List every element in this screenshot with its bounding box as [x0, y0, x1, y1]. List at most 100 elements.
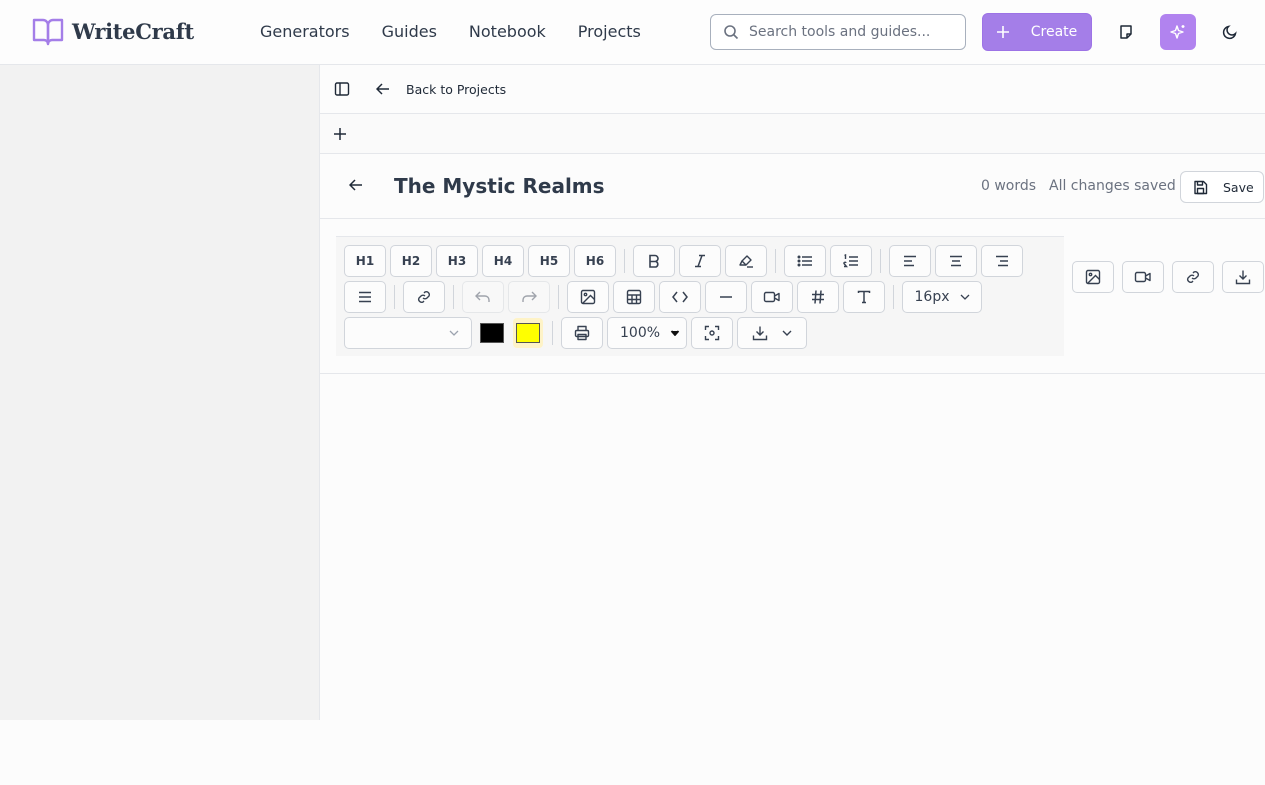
link-icon — [1185, 269, 1201, 285]
undo-button[interactable] — [462, 281, 504, 313]
download-icon — [752, 325, 768, 341]
nav-notebook[interactable]: Notebook — [469, 22, 546, 41]
toolbar-divider — [394, 285, 395, 309]
nav-guides[interactable]: Guides — [382, 22, 437, 41]
toolbar-divider — [552, 321, 553, 345]
align-justify-button[interactable] — [344, 281, 386, 313]
insert-link-button[interactable] — [403, 281, 445, 313]
type-icon — [857, 290, 871, 304]
toolbar-divider — [880, 249, 881, 273]
sparkles-icon — [1169, 23, 1187, 41]
insert-video-button[interactable] — [1122, 261, 1164, 293]
notes-button[interactable] — [1108, 14, 1144, 50]
insert-link-button[interactable] — [1172, 261, 1214, 293]
search-icon — [723, 24, 739, 40]
insert-image-button[interactable] — [567, 281, 609, 313]
insert-image-button[interactable] — [1072, 261, 1114, 293]
align-right-button[interactable] — [981, 245, 1023, 277]
book-open-icon — [32, 16, 64, 46]
insert-table-button[interactable] — [613, 281, 655, 313]
undo-icon — [475, 291, 491, 303]
align-left-icon — [903, 255, 917, 267]
code-button[interactable] — [659, 281, 701, 313]
download-button[interactable] — [1222, 261, 1264, 293]
bullet-list-button[interactable] — [784, 245, 826, 277]
scan-icon — [704, 325, 720, 341]
font-family-select[interactable] — [344, 317, 472, 349]
bullet-list-icon — [797, 254, 813, 268]
heading-5-button[interactable]: H5 — [528, 245, 570, 277]
arrow-left-icon — [376, 83, 390, 95]
logo[interactable]: WriteCraft — [32, 16, 194, 46]
sidebar-toggle-icon[interactable] — [334, 81, 350, 97]
highlight-color-swatch — [516, 323, 540, 343]
toolbar-divider — [893, 285, 894, 309]
image-icon — [580, 289, 596, 305]
highlighter-button[interactable] — [725, 245, 767, 277]
hash-icon — [811, 289, 825, 305]
link-icon — [416, 289, 432, 305]
ai-assistant-button[interactable] — [1160, 14, 1196, 50]
back-to-projects-label: Back to Projects — [406, 81, 507, 97]
search-box — [710, 14, 966, 50]
align-left-button[interactable] — [889, 245, 931, 277]
redo-icon — [521, 291, 537, 303]
bold-icon — [647, 254, 661, 268]
toolbar-divider — [558, 285, 559, 309]
breadcrumb: Back to Projects — [320, 65, 1265, 114]
chevron-down-icon — [782, 330, 792, 336]
theme-toggle-button[interactable] — [1212, 14, 1248, 50]
italic-button[interactable] — [679, 245, 721, 277]
heading-2-button[interactable]: H2 — [390, 245, 432, 277]
back-to-projects-link[interactable]: Back to Projects — [376, 82, 506, 97]
align-right-icon — [995, 255, 1009, 267]
highlighter-icon — [738, 253, 754, 269]
save-status: All changes saved — [1049, 178, 1176, 194]
horizontal-rule-button[interactable] — [705, 281, 747, 313]
toolbar-divider — [624, 249, 625, 273]
moon-icon — [1222, 24, 1238, 40]
heading-3-button[interactable]: H3 — [436, 245, 478, 277]
numbered-list-button[interactable] — [830, 245, 872, 277]
heading-1-button[interactable]: H1 — [344, 245, 386, 277]
add-tab-icon[interactable] — [334, 127, 346, 140]
editor-content[interactable] — [320, 374, 1265, 721]
redo-button[interactable] — [508, 281, 550, 313]
search-input[interactable] — [749, 24, 949, 40]
save-label: Save — [1223, 179, 1254, 195]
chevron-down-icon — [670, 330, 680, 336]
text-color-picker[interactable] — [477, 318, 507, 348]
print-button[interactable] — [561, 317, 603, 349]
zoom-select[interactable]: 100% — [607, 317, 687, 349]
video-icon — [763, 290, 781, 304]
download-icon — [1235, 269, 1251, 285]
bold-button[interactable] — [633, 245, 675, 277]
video-icon — [1134, 270, 1152, 284]
document-tab-bar — [320, 114, 1265, 154]
align-center-button[interactable] — [935, 245, 977, 277]
text-style-button[interactable] — [843, 281, 885, 313]
document-title[interactable]: The Mystic Realms — [394, 174, 605, 198]
create-button[interactable]: Create — [982, 13, 1092, 51]
insert-video-button[interactable] — [751, 281, 793, 313]
text-color-swatch — [480, 323, 504, 343]
hashtag-button[interactable] — [797, 281, 839, 313]
save-button[interactable]: Save — [1180, 171, 1264, 203]
heading-4-button[interactable]: H4 — [482, 245, 524, 277]
printer-icon — [574, 325, 590, 341]
app-name: WriteCraft — [72, 18, 194, 44]
save-icon — [1193, 180, 1208, 195]
minus-icon — [719, 295, 733, 299]
highlight-color-picker[interactable] — [513, 318, 543, 348]
top-navbar: WriteCraft Generators Guides Notebook Pr… — [0, 0, 1265, 65]
export-dropdown-button[interactable] — [737, 317, 807, 349]
arrow-left-icon[interactable] — [349, 179, 363, 191]
table-icon — [626, 289, 642, 305]
font-size-select[interactable]: 16px — [902, 281, 982, 313]
sidebar — [0, 65, 320, 720]
nav-projects[interactable]: Projects — [578, 22, 641, 41]
nav-generators[interactable]: Generators — [260, 22, 350, 41]
heading-6-button[interactable]: H6 — [574, 245, 616, 277]
sticky-note-icon — [1118, 24, 1134, 40]
focus-mode-button[interactable] — [691, 317, 733, 349]
